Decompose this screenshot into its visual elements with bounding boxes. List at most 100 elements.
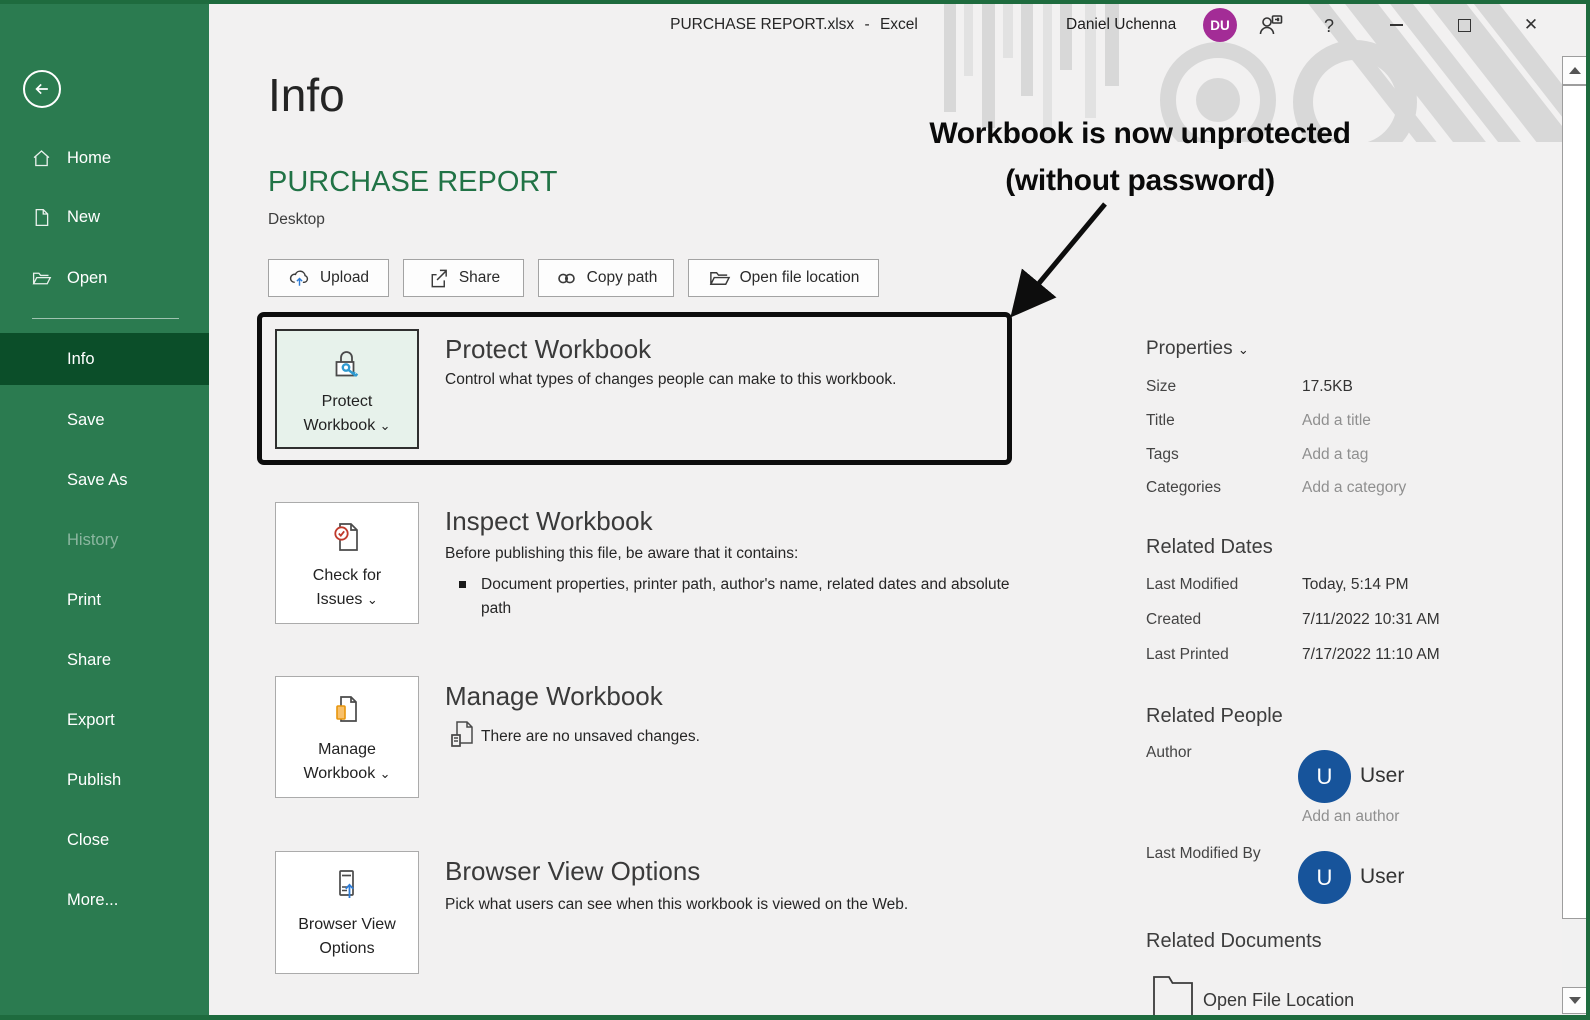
open-folder-icon bbox=[709, 271, 730, 285]
inspect-workbook-bullet: Document properties, printer path, autho… bbox=[481, 576, 1010, 617]
upload-cloud-icon bbox=[289, 270, 309, 286]
manage-versions-icon bbox=[336, 696, 357, 722]
date-label: Created bbox=[1146, 611, 1202, 628]
browser-view-options-description: Pick what users can see when this workbo… bbox=[445, 896, 909, 913]
protect-workbook-description: Control what types of changes people can… bbox=[445, 371, 897, 388]
bullet-marker bbox=[459, 581, 466, 588]
document-location: Desktop bbox=[268, 211, 325, 228]
annotation-arrow bbox=[1010, 202, 1107, 318]
property-label: Tags bbox=[1146, 446, 1179, 463]
author-avatar[interactable]: U bbox=[1298, 750, 1351, 803]
window-frame-right bbox=[1586, 0, 1590, 1020]
property-label: Size bbox=[1146, 378, 1177, 395]
window-title-file: PURCHASE REPORT.xlsx bbox=[670, 16, 855, 33]
sidebar-item-history: History bbox=[67, 530, 119, 549]
sidebar-item-share[interactable]: Share bbox=[0, 643, 209, 677]
add-title-field[interactable]: Add a title bbox=[1302, 412, 1371, 430]
home-icon bbox=[33, 149, 50, 166]
related-people-header: Related People bbox=[1146, 705, 1283, 727]
inspect-workbook-title: Inspect Workbook bbox=[445, 506, 653, 536]
unsaved-changes-icon bbox=[449, 719, 475, 754]
new-document-icon bbox=[35, 208, 49, 226]
manage-workbook-title: Manage Workbook bbox=[445, 681, 663, 711]
open-file-location-link[interactable]: Open File Location bbox=[1203, 990, 1354, 1011]
property-label: Title bbox=[1146, 412, 1175, 429]
sidebar-item-export[interactable]: Export bbox=[0, 703, 209, 737]
open-folder-icon bbox=[32, 272, 52, 284]
annotation-text: Workbook is now unprotected (without pas… bbox=[929, 117, 1351, 197]
date-label: Last Modified bbox=[1146, 576, 1239, 593]
author-name[interactable]: User bbox=[1360, 764, 1404, 788]
sidebar-item-save-as[interactable]: Save As bbox=[0, 463, 209, 497]
inspect-document-icon bbox=[334, 523, 358, 551]
scroll-up-icon bbox=[1569, 67, 1581, 74]
add-author-field[interactable]: Add an author bbox=[1302, 808, 1399, 826]
back-button[interactable] bbox=[23, 70, 61, 108]
account-avatar-initials: DU bbox=[1210, 17, 1230, 33]
account-name[interactable]: Daniel Uchenna bbox=[1066, 16, 1176, 34]
browser-view-options-button[interactable]: Browser View Options bbox=[275, 851, 419, 974]
sidebar-item-info[interactable]: Info bbox=[0, 333, 209, 385]
add-category-field[interactable]: Add a category bbox=[1302, 479, 1406, 497]
scrollbar-thumb[interactable] bbox=[1562, 85, 1588, 919]
back-arrow-icon bbox=[35, 83, 48, 95]
maximize-button[interactable] bbox=[1451, 12, 1477, 38]
window-frame-top bbox=[0, 0, 1590, 4]
document-title: PURCHASE REPORT bbox=[268, 166, 558, 198]
sidebar-item-home[interactable]: Home bbox=[0, 141, 209, 175]
date-value-last-modified: Today, 5:14 PM bbox=[1302, 576, 1409, 593]
sidebar-item-new[interactable]: New bbox=[0, 200, 209, 234]
window-title-separator: - bbox=[864, 16, 870, 33]
window-frame-bottom bbox=[0, 1015, 1590, 1020]
date-value-last-printed: 7/17/2022 11:10 AM bbox=[1302, 646, 1440, 663]
page-title: Info bbox=[268, 69, 345, 121]
last-modified-by-name[interactable]: User bbox=[1360, 865, 1404, 889]
related-dates-header: Related Dates bbox=[1146, 536, 1273, 558]
sidebar-item-open[interactable]: Open bbox=[0, 261, 209, 295]
minimize-button[interactable] bbox=[1383, 12, 1409, 38]
sidebar-item-close[interactable]: Close bbox=[0, 823, 209, 857]
property-label: Categories bbox=[1146, 479, 1221, 496]
author-label: Author bbox=[1146, 744, 1192, 761]
sidebar-item-more[interactable]: More... bbox=[0, 883, 209, 917]
share-button[interactable]: Share bbox=[403, 259, 524, 297]
protect-workbook-button[interactable]: Protect Workbook ⌄ bbox=[275, 329, 419, 449]
properties-header[interactable]: Properties ⌄ bbox=[1146, 338, 1249, 360]
feedback-icon[interactable] bbox=[1256, 10, 1286, 40]
add-tag-field[interactable]: Add a tag bbox=[1302, 446, 1368, 464]
backstage-sidebar: Home New Open Info Save Save As History bbox=[0, 0, 209, 1020]
minimize-icon bbox=[1389, 24, 1403, 26]
lock-key-icon bbox=[335, 351, 359, 377]
close-button[interactable]: ✕ bbox=[1518, 12, 1544, 38]
folder-icon bbox=[1150, 972, 1196, 1020]
maximize-icon bbox=[1457, 18, 1471, 32]
upload-button[interactable]: Upload bbox=[268, 259, 389, 297]
scroll-down-button[interactable] bbox=[1562, 987, 1588, 1014]
account-avatar[interactable]: DU bbox=[1203, 8, 1237, 42]
link-icon bbox=[557, 273, 575, 283]
chevron-down-icon: ⌄ bbox=[379, 766, 391, 781]
window-title-app: Excel bbox=[879, 16, 918, 33]
scroll-up-button[interactable] bbox=[1562, 56, 1588, 85]
last-modified-by-label: Last Modified By bbox=[1146, 845, 1261, 862]
sidebar-divider bbox=[32, 318, 179, 319]
open-file-location-button[interactable]: Open file location bbox=[688, 259, 879, 297]
related-documents-header: Related Documents bbox=[1146, 930, 1322, 952]
chevron-down-icon: ⌄ bbox=[1237, 342, 1249, 357]
copy-path-button[interactable]: Copy path bbox=[538, 259, 674, 297]
browser-view-options-title: Browser View Options bbox=[445, 856, 701, 886]
check-for-issues-button[interactable]: Check for Issues ⌄ bbox=[275, 502, 419, 624]
share-icon bbox=[431, 269, 447, 287]
property-value-size: 17.5KB bbox=[1302, 378, 1353, 395]
manage-workbook-button[interactable]: Manage Workbook ⌄ bbox=[275, 676, 419, 798]
chevron-down-icon: ⌄ bbox=[366, 592, 378, 607]
excel-backstage-window: PURCHASE REPORT.xlsx - Excel Daniel Uche… bbox=[0, 0, 1590, 1020]
sidebar-item-publish[interactable]: Publish bbox=[0, 763, 209, 797]
date-label: Last Printed bbox=[1146, 646, 1229, 663]
sidebar-item-save[interactable]: Save bbox=[0, 403, 209, 437]
help-icon[interactable]: ? bbox=[1318, 13, 1340, 39]
window-title: PURCHASE REPORT.xlsx - Excel bbox=[594, 16, 994, 34]
sidebar-item-print[interactable]: Print bbox=[0, 583, 209, 617]
browser-view-icon bbox=[339, 870, 354, 898]
last-modified-by-avatar[interactable]: U bbox=[1298, 851, 1351, 904]
